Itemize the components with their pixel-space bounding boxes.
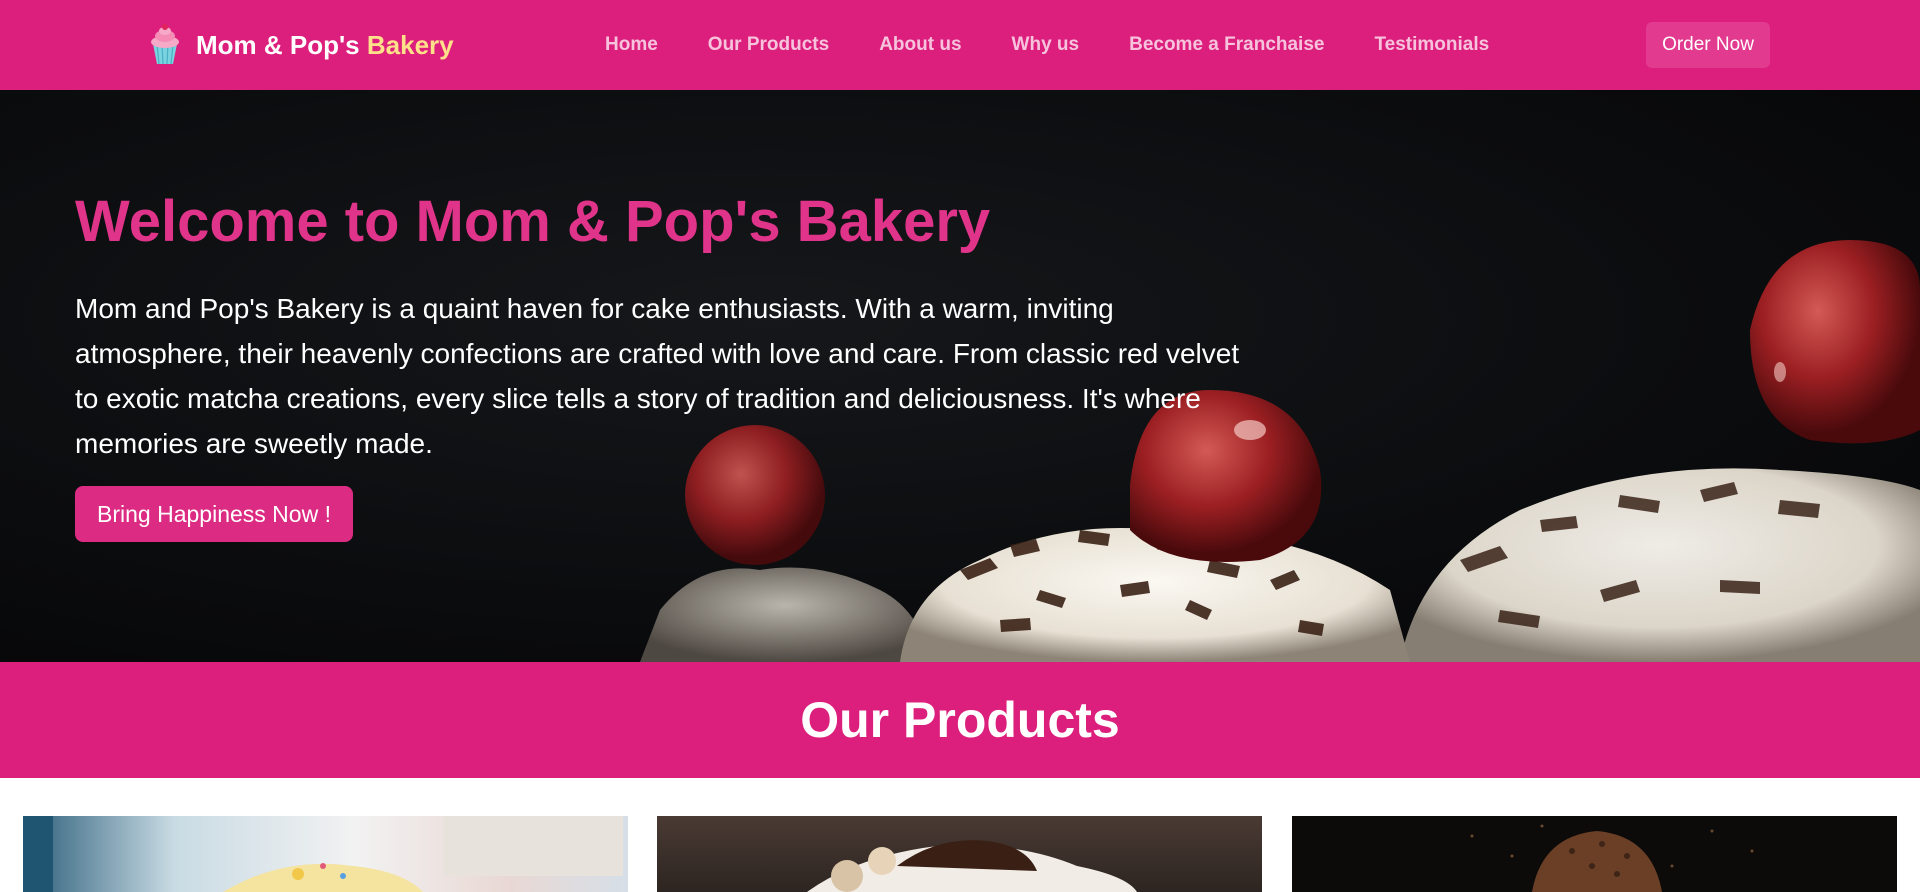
products-header: Our Products	[0, 662, 1920, 778]
order-now-button[interactable]: Order Now	[1646, 22, 1770, 68]
nav-our-products[interactable]: Our Products	[708, 34, 829, 56]
brand-name: Mom & Pop's Bakery	[196, 29, 454, 60]
nav-about-us[interactable]: About us	[879, 34, 961, 56]
nav-home[interactable]: Home	[605, 34, 658, 56]
products-heading: Our Products	[800, 692, 1120, 748]
nav-why-us[interactable]: Why us	[1012, 34, 1080, 56]
product-card-image[interactable]	[23, 816, 628, 892]
bring-happiness-button[interactable]: Bring Happiness Now !	[75, 486, 353, 542]
nav-testimonials[interactable]: Testimonials	[1374, 34, 1489, 56]
main-nav: Home Our Products About us Why us Become…	[605, 0, 1539, 90]
cupcake-icon	[148, 24, 182, 66]
brand[interactable]: Mom & Pop's Bakery	[148, 24, 454, 66]
hero-section: Welcome to Mom & Pop's Bakery Mom and Po…	[0, 90, 1920, 662]
hero-description: Mom and Pop's Bakery is a quaint haven f…	[75, 293, 1240, 459]
product-card-image[interactable]	[1292, 816, 1897, 892]
brand-accent: Bakery	[366, 29, 454, 60]
navbar: Mom & Pop's Bakery Home Our Products Abo…	[0, 0, 1920, 90]
product-card-image[interactable]	[657, 816, 1262, 892]
hero-title: Welcome to Mom & Pop's Bakery	[75, 189, 991, 254]
nav-franchise[interactable]: Become a Franchaise	[1129, 34, 1324, 56]
